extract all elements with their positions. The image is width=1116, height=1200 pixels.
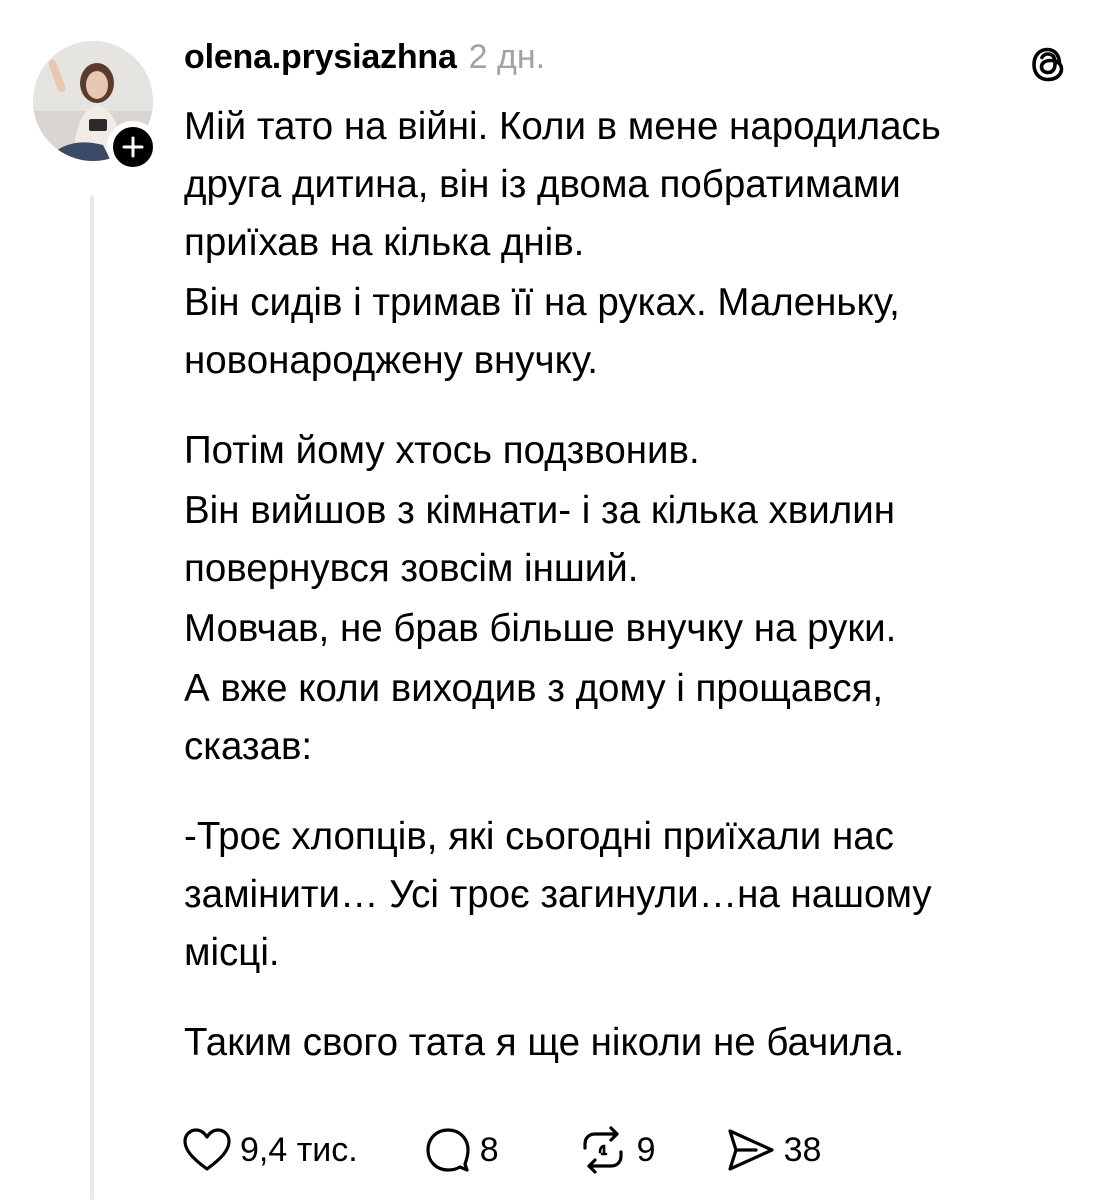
action-bar: 9,4 тис. 8 9 38	[182, 1120, 821, 1180]
paragraph: -Троє хлопців, які сьогодні приїхали нас…	[184, 808, 1064, 982]
text-line: Потім йому хтось подзвонив.	[184, 429, 700, 472]
paragraph: Мій тато на війні. Коли в мене народилас…	[184, 98, 1064, 272]
paragraph: Потім йому хтось подзвонив.	[184, 422, 1064, 480]
text-line: А вже коли виходив з дому і прощався,	[184, 667, 884, 710]
repost-icon	[583, 1126, 623, 1174]
like-button[interactable]: 9,4 тис.	[182, 1127, 358, 1173]
speech-bubble-icon	[426, 1128, 470, 1172]
follow-button[interactable]	[107, 121, 159, 173]
text-line: Мовчав, не брав більше внучку на руки.	[184, 607, 897, 650]
post-text: Мій тато на війні. Коли в мене народилас…	[184, 98, 1064, 1072]
comment-button[interactable]: 8	[424, 1126, 499, 1174]
timestamp: 2 дн.	[468, 38, 546, 76]
plus-icon	[122, 136, 144, 158]
text-line: новонароджену внучку.	[184, 339, 598, 382]
paragraph: А вже коли виходив з дому і прощався, ск…	[184, 660, 1064, 776]
paragraph: Мовчав, не брав більше внучку на руки.	[184, 600, 1064, 658]
text-line: повернувся зовсім інший.	[184, 547, 639, 590]
send-icon	[727, 1129, 774, 1171]
threads-logo-icon[interactable]	[1025, 40, 1073, 88]
text-line: Мій тато на війні. Коли в мене народилас…	[184, 105, 941, 148]
share-count: 38	[783, 1130, 822, 1169]
text-line: Він сидів і тримав її на руках. Маленьку…	[184, 281, 900, 324]
text-line: Таким свого тата я ще ніколи не бачила.	[184, 1021, 905, 1064]
comment-count: 8	[479, 1130, 499, 1169]
text-line: друга дитина, він із двома побратимами	[184, 163, 901, 206]
text-line: замінити… Усі троє загинули…на нашому	[184, 873, 932, 916]
thread-line	[90, 195, 94, 1200]
like-count: 9,4 тис.	[240, 1130, 358, 1169]
post-header: olena.prysiazhna 2 дн.	[184, 38, 545, 88]
text-line: Він вийшов з кімнати- і за кілька хвилин	[184, 489, 895, 532]
share-button[interactable]: 38	[726, 1127, 822, 1173]
paragraph: Таким свого тата я ще ніколи не бачила.	[184, 1014, 1064, 1072]
repost-count: 9	[636, 1130, 656, 1169]
text-line: місці.	[184, 931, 280, 974]
heart-icon	[183, 1128, 231, 1171]
text-line: приїхав на кілька днів.	[184, 221, 585, 264]
text-line: сказав:	[184, 725, 313, 768]
text-line: -Троє хлопців, які сьогодні приїхали нас	[184, 815, 894, 858]
username[interactable]: olena.prysiazhna	[184, 38, 457, 77]
paragraph: Він вийшов з кімнати- і за кілька хвилин…	[184, 482, 1064, 598]
repost-button[interactable]: 9	[577, 1126, 656, 1174]
paragraph: Він сидів і тримав її на руках. Маленьку…	[184, 274, 1064, 390]
